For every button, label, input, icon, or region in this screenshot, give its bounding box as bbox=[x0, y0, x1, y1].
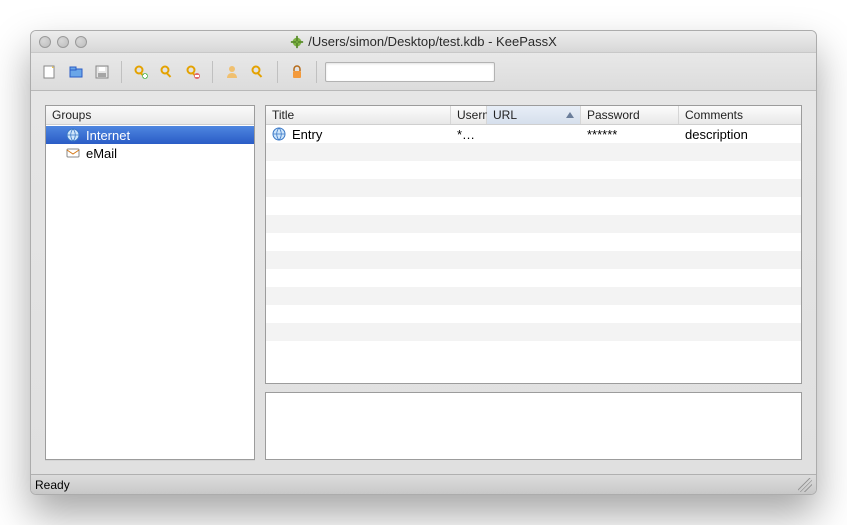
entry-password-cell: ****** bbox=[581, 127, 679, 142]
entry-row-empty bbox=[266, 251, 801, 269]
close-window-button[interactable] bbox=[39, 36, 51, 48]
status-text: Ready bbox=[35, 478, 70, 492]
minimize-window-button[interactable] bbox=[57, 36, 69, 48]
entries-rows[interactable]: Entry *… ****** description bbox=[266, 125, 801, 383]
entries-columns: Title Usern URL Password Comments bbox=[266, 106, 801, 125]
column-header-url[interactable]: URL bbox=[487, 106, 581, 124]
entry-username-cell: *… bbox=[451, 127, 487, 142]
sort-ascending-icon bbox=[566, 112, 574, 118]
entry-row-empty bbox=[266, 287, 801, 305]
keepassx-app-icon bbox=[290, 35, 304, 49]
copy-password-button[interactable] bbox=[247, 61, 269, 83]
entry-title-cell: Entry bbox=[266, 127, 451, 142]
entry-row-empty bbox=[266, 161, 801, 179]
app-window: /Users/simon/Desktop/test.kdb - KeePassX bbox=[30, 30, 817, 495]
entry-row[interactable]: Entry *… ****** description bbox=[266, 125, 801, 143]
globe-icon bbox=[272, 127, 286, 141]
entry-detail-panel bbox=[265, 392, 802, 460]
toolbar bbox=[31, 53, 816, 91]
zoom-window-button[interactable] bbox=[75, 36, 87, 48]
window-title-text: /Users/simon/Desktop/test.kdb - KeePassX bbox=[308, 34, 557, 49]
groups-header: Groups bbox=[46, 106, 254, 125]
entry-row-empty bbox=[266, 305, 801, 323]
window-title: /Users/simon/Desktop/test.kdb - KeePassX bbox=[31, 34, 816, 49]
entry-row-empty bbox=[266, 179, 801, 197]
entry-row-empty bbox=[266, 143, 801, 161]
group-label: eMail bbox=[86, 146, 117, 161]
column-header-title[interactable]: Title bbox=[266, 106, 451, 124]
groups-tree[interactable]: Internet eMail bbox=[46, 125, 254, 459]
group-label: Internet bbox=[86, 128, 130, 143]
edit-entry-button[interactable] bbox=[156, 61, 178, 83]
statusbar: Ready bbox=[31, 474, 816, 494]
toolbar-separator bbox=[212, 61, 213, 83]
entry-comments-cell: description bbox=[679, 127, 801, 142]
open-database-button[interactable] bbox=[65, 61, 87, 83]
toolbar-separator bbox=[277, 61, 278, 83]
toolbar-separator bbox=[316, 61, 317, 83]
entry-row-empty bbox=[266, 269, 801, 287]
entry-row-empty bbox=[266, 215, 801, 233]
search-input[interactable] bbox=[325, 62, 495, 82]
group-item-internet[interactable]: Internet bbox=[46, 126, 254, 144]
entry-row-empty bbox=[266, 323, 801, 341]
titlebar[interactable]: /Users/simon/Desktop/test.kdb - KeePassX bbox=[31, 31, 816, 53]
column-header-username[interactable]: Usern bbox=[451, 106, 487, 124]
window-controls bbox=[39, 36, 87, 48]
resize-grip[interactable] bbox=[798, 478, 812, 492]
save-database-button[interactable] bbox=[91, 61, 113, 83]
column-header-comments[interactable]: Comments bbox=[679, 106, 801, 124]
group-item-email[interactable]: eMail bbox=[46, 144, 254, 162]
delete-entry-button[interactable] bbox=[182, 61, 204, 83]
lock-workspace-button[interactable] bbox=[286, 61, 308, 83]
add-entry-button[interactable] bbox=[130, 61, 152, 83]
entry-row-empty bbox=[266, 197, 801, 215]
mail-icon bbox=[66, 146, 80, 160]
main-body: Groups Internet eMail bbox=[31, 91, 816, 474]
copy-username-button[interactable] bbox=[221, 61, 243, 83]
globe-icon bbox=[66, 128, 80, 142]
new-database-button[interactable] bbox=[39, 61, 61, 83]
groups-panel: Groups Internet eMail bbox=[45, 105, 255, 460]
toolbar-separator bbox=[121, 61, 122, 83]
entries-panel: Title Usern URL Password Comments bbox=[265, 105, 802, 384]
entry-row-empty bbox=[266, 233, 801, 251]
column-header-password[interactable]: Password bbox=[581, 106, 679, 124]
right-panel: Title Usern URL Password Comments bbox=[265, 105, 802, 460]
